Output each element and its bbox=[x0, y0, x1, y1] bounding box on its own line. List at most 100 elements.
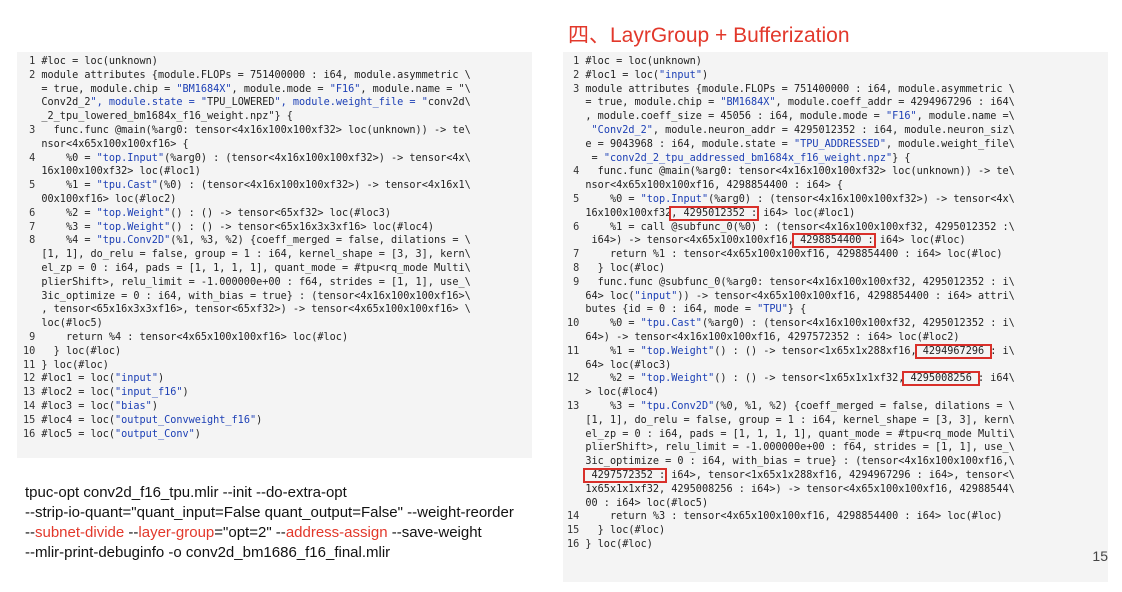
code-line: "Conv2d_2", module.neuron_addr = 4295012… bbox=[567, 124, 1015, 138]
code-line: 7 return %1 : tensor<4x65x100x100xf16, 4… bbox=[567, 248, 1015, 262]
code-text: return %3 : tensor<4x65x100x100xf16, 429… bbox=[585, 511, 1003, 523]
code-line: 11 %1 = "top.Weight"() : () -> tensor<1x… bbox=[567, 343, 1015, 359]
highlighted-address: , 4295012352 : bbox=[669, 205, 760, 221]
line-number: 1 bbox=[567, 56, 586, 67]
code-text: = true, module.chip = "BM1684X", module.… bbox=[585, 97, 1015, 109]
addressed-mlir-code: 1 #loc = loc(unknown) 2 #loc1 = loc("inp… bbox=[567, 55, 1015, 552]
line-number bbox=[567, 208, 585, 219]
line-number: 7 bbox=[23, 221, 42, 233]
code-text: return %4 : tensor<4x65x100x100xf16> loc… bbox=[41, 331, 349, 343]
code-text: , module.coeff_size = 45056 : i64, modul… bbox=[585, 111, 1015, 123]
code-text: 3ic_optimize = 0 : i64, with_bias = true… bbox=[41, 290, 471, 302]
line-number: 14 bbox=[567, 511, 586, 523]
code-line: 14 #loc3 = loc("bias") bbox=[23, 400, 471, 414]
line-number: 6 bbox=[567, 221, 586, 233]
code-text: } loc(#loc) bbox=[41, 345, 122, 357]
code-text: nsor<4x65x100x100xf16, 4298854400 : i64>… bbox=[585, 180, 844, 192]
code-text-after: i64> loc(#loc) bbox=[873, 235, 966, 247]
code-line: 8 } loc(#loc) bbox=[567, 262, 1015, 276]
line-number: 11 bbox=[23, 359, 42, 371]
code-line: 14 return %3 : tensor<4x65x100x100xf16, … bbox=[567, 510, 1015, 524]
command-text: ="opt=2" -- bbox=[214, 524, 286, 541]
code-line: 3ic_optimize = 0 : i64, with_bias = true… bbox=[567, 455, 1015, 469]
line-number: 6 bbox=[23, 207, 42, 219]
code-line: 9 func.func @subfunc_0(%arg0: tensor<4x1… bbox=[567, 276, 1015, 290]
line-number bbox=[567, 111, 585, 122]
code-text-after: : i\ bbox=[990, 345, 1015, 357]
slide-title: 四、LayrGroup + Bufferization bbox=[568, 24, 850, 47]
code-text: #loc2 = loc("input_f16") bbox=[41, 387, 189, 399]
command-text: -- bbox=[25, 524, 35, 541]
line-number bbox=[567, 153, 585, 164]
tpuc-opt-command: tpuc-opt conv2d_f16_tpu.mlir --init --do… bbox=[25, 483, 514, 563]
code-text: 64>) -> tensor<4x16x100x100xf16, 4297572… bbox=[585, 331, 960, 343]
code-line: i64>) -> tensor<4x65x100x100xf16, 429885… bbox=[567, 233, 1015, 249]
line-number: 1 bbox=[23, 56, 42, 67]
code-line: = "conv2d_2_tpu_addressed_bm1684x_f16_we… bbox=[567, 152, 1015, 166]
code-text: nsor<4x65x100x100xf16> { bbox=[41, 138, 189, 150]
code-text: 64> loc("input")) -> tensor<4x65x100x100… bbox=[585, 290, 1015, 302]
lowered-mlir-code-panel: 1 #loc = loc(unknown) 2 module attribute… bbox=[17, 52, 532, 458]
code-line: 5 %0 = "top.Input"(%arg0) : (tensor<4x16… bbox=[567, 193, 1015, 207]
line-number bbox=[23, 249, 41, 260]
code-text: %3 = "tpu.Conv2D"(%0, %1, %2) {coeff_mer… bbox=[585, 400, 1015, 412]
code-line: [1, 1], do_relu = false, group = 1 : i64… bbox=[567, 414, 1015, 428]
code-line: = true, module.chip = "BM1684X", module.… bbox=[23, 83, 471, 97]
code-text: %3 = "top.Weight"() : () -> tensor<65x16… bbox=[41, 221, 434, 233]
code-line: 64> loc("input")) -> tensor<4x65x100x100… bbox=[567, 290, 1015, 304]
code-line: 6 %1 = call @subfunc_0(%0) : (tensor<4x1… bbox=[567, 221, 1015, 235]
line-number bbox=[567, 442, 585, 453]
code-text: } loc(#loc) bbox=[585, 262, 666, 274]
code-text: = true, module.chip = "BM1684X", module.… bbox=[41, 83, 471, 95]
line-number: 5 bbox=[567, 193, 586, 205]
code-text: func.func @subfunc_0(%arg0: tensor<4x16x… bbox=[585, 276, 1015, 288]
code-line: 16 #loc5 = loc("output_Conv") bbox=[23, 428, 471, 442]
line-number: 9 bbox=[23, 331, 42, 343]
code-text: e = 9043968 : i64, module.state = "TPU_A… bbox=[585, 138, 1015, 150]
code-line: 2 module attributes {module.FLOPs = 7514… bbox=[23, 69, 471, 83]
page-number: 15 bbox=[1092, 548, 1108, 564]
line-number bbox=[567, 97, 585, 108]
code-line: 9 return %4 : tensor<4x65x100x100xf16> l… bbox=[23, 331, 471, 345]
code-line: = true, module.chip = "BM1684X", module.… bbox=[567, 96, 1015, 110]
line-number bbox=[23, 263, 41, 274]
code-line: 1x65x1x1xf32, 4295008256 : i64>) -> tens… bbox=[567, 483, 1015, 497]
code-text: return %1 : tensor<4x65x100x100xf16, 429… bbox=[585, 249, 1003, 261]
line-number bbox=[23, 304, 41, 315]
code-line: 5 %1 = "tpu.Cast"(%0) : (tensor<4x16x100… bbox=[23, 179, 471, 193]
line-number bbox=[567, 498, 585, 509]
code-text: } loc(#loc) bbox=[41, 359, 109, 371]
code-line: 3 func.func @main(%arg0: tensor<4x16x100… bbox=[23, 124, 471, 138]
code-text: %0 = "top.Input"(%arg0) : (tensor<4x16x1… bbox=[585, 193, 1015, 205]
code-text: 3ic_optimize = 0 : i64, with_bias = true… bbox=[585, 456, 1015, 468]
code-line: [1, 1], do_relu = false, group = 1 : i64… bbox=[23, 248, 471, 262]
code-text: %1 = call @subfunc_0(%0) : (tensor<4x16x… bbox=[585, 221, 1015, 233]
code-text: 16x100x100xf32> loc(#loc1) bbox=[41, 166, 201, 178]
code-text: %2 = "top.Weight"() : () -> tensor<1x65x… bbox=[585, 373, 905, 385]
line-number bbox=[567, 415, 585, 426]
line-number: 16 bbox=[23, 428, 42, 440]
line-number bbox=[23, 277, 41, 288]
line-number bbox=[23, 111, 41, 122]
line-number bbox=[23, 318, 41, 329]
code-text: 64> loc(#loc3) bbox=[585, 359, 672, 371]
line-number: 15 bbox=[23, 414, 42, 426]
code-text: func.func @main(%arg0: tensor<4x16x100x1… bbox=[585, 166, 1015, 178]
line-number: 4 bbox=[23, 152, 42, 164]
command-line-3: --subnet-divide --layer-group="opt=2" --… bbox=[25, 524, 482, 541]
line-number: 13 bbox=[23, 387, 42, 399]
code-text: #loc = loc(unknown) bbox=[585, 56, 702, 67]
code-line: e = 9043968 : i64, module.state = "TPU_A… bbox=[567, 138, 1015, 152]
highlighted-address: 4297572352 : bbox=[583, 467, 668, 483]
line-number bbox=[567, 291, 585, 302]
code-text: func.func @main(%arg0: tensor<4x16x100x1… bbox=[41, 124, 471, 136]
line-number bbox=[567, 332, 585, 343]
line-number bbox=[567, 387, 585, 398]
code-line: 8 %4 = "tpu.Conv2D"(%1, %3, %2) {coeff_m… bbox=[23, 234, 471, 248]
highlighted-address: 4294967296 bbox=[914, 343, 993, 359]
code-text: , tensor<65x16x3x3xf16>, tensor<65xf32>)… bbox=[41, 304, 471, 316]
code-line: 64>) -> tensor<4x16x100x100xf16, 4297572… bbox=[567, 331, 1015, 345]
code-text: 00 : i64> loc(#loc5) bbox=[585, 497, 709, 509]
code-text: %0 = "tpu.Cast"(%arg0) : (tensor<4x16x10… bbox=[585, 318, 1015, 330]
code-line: nsor<4x65x100x100xf16, 4298854400 : i64>… bbox=[567, 179, 1015, 193]
